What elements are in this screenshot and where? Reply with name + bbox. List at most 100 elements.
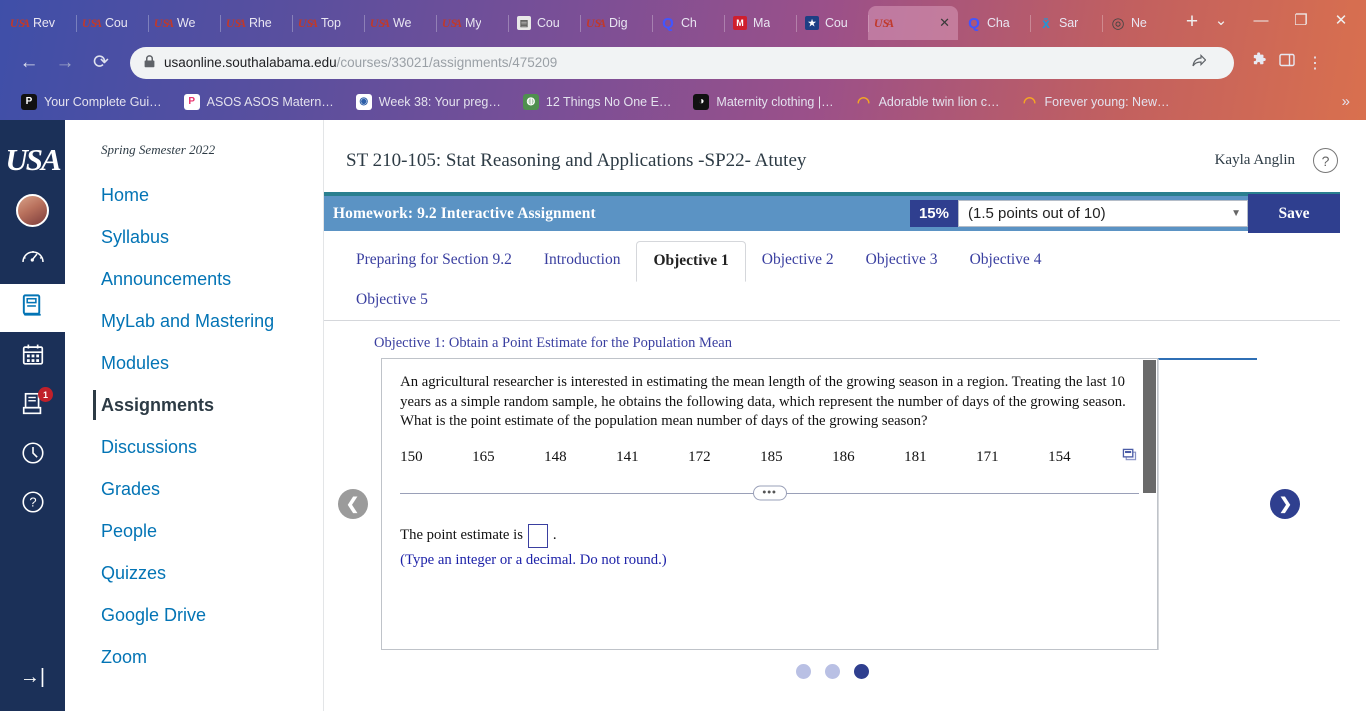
global-navigation: USA 1 ? →| bbox=[0, 120, 65, 711]
new-tab-button[interactable]: + bbox=[1182, 10, 1202, 34]
browser-tab[interactable]: USA We bbox=[148, 6, 221, 40]
browser-tab[interactable]: USA Rev bbox=[4, 6, 77, 40]
maximize-button[interactable]: ❐ bbox=[1282, 6, 1320, 34]
tab-label: Cou bbox=[537, 16, 560, 30]
browser-tab[interactable]: USA Cou bbox=[76, 6, 149, 40]
help-icon[interactable]: ? bbox=[1313, 148, 1338, 173]
browser-tab[interactable]: USA Dig bbox=[580, 6, 653, 40]
quizlet-favicon-icon: Q bbox=[968, 14, 980, 32]
sidebar-item-zoom[interactable]: Zoom bbox=[65, 636, 323, 678]
browser-tab[interactable]: x̄ Sar bbox=[1030, 6, 1103, 40]
bookmark-item[interactable]: P ASOS ASOS Matern… bbox=[173, 93, 345, 110]
browser-tab[interactable]: USA Rhe bbox=[220, 6, 293, 40]
bookmark-item[interactable]: ◍ 12 Things No One E… bbox=[512, 93, 683, 110]
usa-favicon-icon: USA bbox=[873, 15, 895, 30]
bookmark-item[interactable]: ◠ Adorable twin lion c… bbox=[845, 94, 1011, 111]
tab-objective-2[interactable]: Objective 2 bbox=[746, 241, 850, 281]
sidebar-item-calendar[interactable] bbox=[0, 333, 65, 381]
sidebar-item-assignments[interactable]: Assignments bbox=[65, 384, 323, 426]
browser-tab[interactable]: ★ Cou bbox=[796, 6, 869, 40]
tab-preparing-for-section[interactable]: Preparing for Section 9.2 bbox=[340, 241, 528, 281]
pager-dot[interactable] bbox=[795, 664, 811, 679]
tab-objective-5[interactable]: Objective 5 bbox=[340, 281, 444, 320]
tab-introduction[interactable]: Introduction bbox=[528, 241, 637, 281]
reload-button[interactable]: ⟳ bbox=[84, 46, 118, 80]
question-scrollbar-thumb[interactable] bbox=[1143, 360, 1157, 493]
browser-tab-active[interactable]: USA ✕ bbox=[868, 6, 958, 40]
course-navigation: Spring Semester 2022 Home Syllabus Annou… bbox=[65, 120, 324, 711]
close-window-button[interactable]: ✕ bbox=[1322, 6, 1360, 34]
usa-favicon-icon: USA bbox=[369, 15, 391, 30]
bookmark-item[interactable]: ◑ Maternity clothing |… bbox=[682, 93, 844, 110]
chevron-right-icon: ❯ bbox=[1270, 489, 1301, 519]
pager-dot[interactable] bbox=[824, 664, 840, 679]
next-question-button[interactable]: ❯ bbox=[1257, 358, 1314, 650]
usa-favicon-icon: USA bbox=[9, 15, 31, 30]
browser-menu-icon[interactable]: ⋮ bbox=[1302, 53, 1328, 73]
tab-label: Cou bbox=[825, 16, 848, 30]
browser-tab[interactable]: M Ma bbox=[724, 6, 797, 40]
forward-button[interactable]: → bbox=[48, 46, 82, 80]
sidebar-item-grades[interactable]: Grades bbox=[65, 468, 323, 510]
browser-tab[interactable]: Q Ch bbox=[652, 6, 725, 40]
save-button[interactable]: Save bbox=[1248, 194, 1340, 233]
sidebar-item-discussions[interactable]: Discussions bbox=[65, 426, 323, 468]
bookmarks-overflow-icon[interactable]: » bbox=[1342, 93, 1356, 110]
sidebar-item-quizzes[interactable]: Quizzes bbox=[65, 552, 323, 594]
browser-tab[interactable]: ▤ Cou bbox=[508, 6, 581, 40]
user-area: Kayla Anglin ? bbox=[1215, 148, 1338, 173]
data-value: 165 bbox=[472, 448, 495, 465]
address-bar[interactable]: usaonline.southalabama.edu/courses/33021… bbox=[130, 46, 1234, 79]
close-icon[interactable]: ✕ bbox=[939, 15, 952, 31]
usa-favicon-icon: USA bbox=[585, 15, 607, 30]
bookmark-item[interactable]: P Your Complete Gui… bbox=[10, 93, 173, 110]
homework-header-bar: Homework: 9.2 Interactive Assignment 15%… bbox=[324, 192, 1340, 233]
expand-divider-button[interactable]: ••• bbox=[752, 485, 787, 500]
browser-tab[interactable]: Q Cha bbox=[958, 6, 1031, 40]
sidebar-item-syllabus[interactable]: Syllabus bbox=[65, 216, 323, 258]
side-panel-icon[interactable] bbox=[1274, 52, 1300, 73]
sidebar-item-home[interactable]: Home bbox=[65, 174, 323, 216]
copy-to-spreadsheet-icon[interactable] bbox=[1122, 448, 1137, 467]
sidebar-item-help[interactable]: ? bbox=[0, 480, 65, 528]
extensions-puzzle-icon[interactable] bbox=[1246, 51, 1272, 74]
data-value: 150 bbox=[400, 448, 423, 465]
sidebar-item-history[interactable] bbox=[0, 431, 65, 479]
tab-search-chevron-down-icon[interactable]: ⌄ bbox=[1202, 6, 1240, 34]
calendar-icon bbox=[20, 342, 46, 373]
sidebar-item-people[interactable]: People bbox=[65, 510, 323, 552]
previous-question-button[interactable]: ❮ bbox=[324, 358, 381, 650]
browser-tab[interactable]: USA Top bbox=[292, 6, 365, 40]
collapse-nav-icon[interactable]: →| bbox=[20, 666, 45, 689]
sidebar-item-announcements[interactable]: Announcements bbox=[65, 258, 323, 300]
back-button[interactable]: ← bbox=[12, 46, 46, 80]
tab-objective-4[interactable]: Objective 4 bbox=[954, 241, 1058, 281]
sidebar-item-google-drive[interactable]: Google Drive bbox=[65, 594, 323, 636]
answer-input[interactable] bbox=[527, 523, 548, 548]
clock-icon bbox=[20, 440, 46, 471]
sidebar-item-modules[interactable]: Modules bbox=[65, 342, 323, 384]
bookmark-item[interactable]: ◉ Week 38: Your preg… bbox=[345, 93, 512, 110]
tab-objective-3[interactable]: Objective 3 bbox=[850, 241, 954, 281]
sidebar-item-account[interactable] bbox=[0, 186, 65, 234]
sidebar-item-courses[interactable] bbox=[0, 284, 65, 332]
score-dropdown[interactable]: (1.5 points out of 10) ▼ bbox=[958, 200, 1248, 227]
pager-dot-active[interactable] bbox=[853, 664, 869, 679]
tab-label: Cha bbox=[987, 16, 1010, 30]
browser-tab[interactable]: USA My bbox=[436, 6, 509, 40]
bookmark-item[interactable]: ◠ Forever young: New… bbox=[1011, 94, 1181, 111]
sidebar-item-inbox[interactable]: 1 bbox=[0, 382, 65, 430]
question-prompt: An agricultural researcher is interested… bbox=[400, 374, 1126, 429]
usa-favicon-icon: USA bbox=[297, 15, 319, 30]
minimize-button[interactable]: — bbox=[1242, 6, 1280, 34]
browser-tab[interactable]: ◎ Ne bbox=[1102, 6, 1174, 40]
browser-tab[interactable]: USA We bbox=[364, 6, 437, 40]
share-icon[interactable] bbox=[1190, 53, 1207, 72]
data-value: 185 bbox=[760, 448, 783, 465]
svg-text:?: ? bbox=[29, 494, 36, 509]
sidebar-item-dashboard[interactable] bbox=[0, 235, 65, 283]
data-value: 154 bbox=[1048, 448, 1071, 465]
sidebar-item-mylab-and-mastering[interactable]: MyLab and Mastering bbox=[65, 300, 323, 342]
tab-label: Ch bbox=[681, 16, 697, 30]
tab-objective-1[interactable]: Objective 1 bbox=[636, 241, 746, 282]
